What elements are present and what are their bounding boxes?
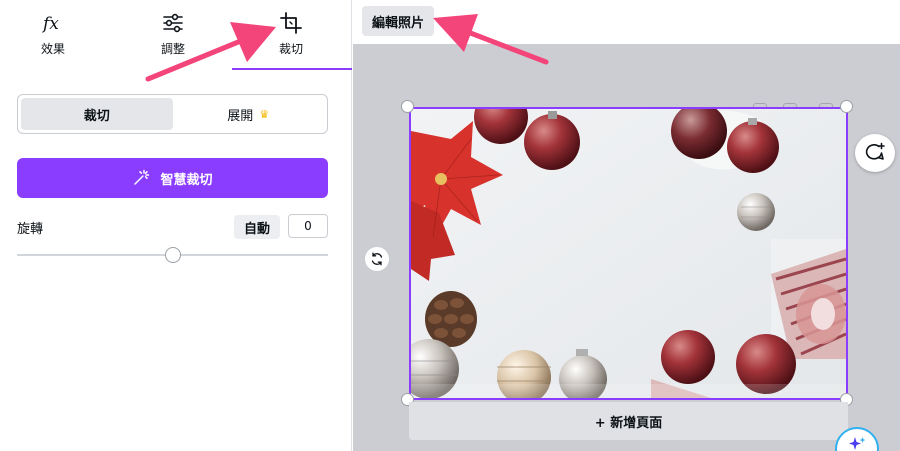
expand-mode-label: 展開 <box>227 108 254 124</box>
canvas-context-bar: 編輯照片 <box>353 0 900 44</box>
auto-rotate-button[interactable]: 自動 <box>234 215 280 239</box>
crown-icon: ♛ <box>259 107 270 121</box>
christmas-ornaments-photo <box>411 109 846 398</box>
smart-crop-button[interactable]: 智慧裁切 <box>17 158 328 198</box>
auto-rotate-label: 自動 <box>243 221 270 237</box>
expand-mode-button[interactable]: 展開 ♛ <box>173 98 325 130</box>
tab-crop-label: 裁切 <box>278 42 303 56</box>
crop-mode-toggle: 裁切 展開 ♛ <box>17 94 328 134</box>
edit-side-panel: fx 效果 調整 裁切 裁切 展開 ♛ 智慧裁切 旋轉 自動 0 <box>0 0 352 451</box>
active-tab-indicator <box>232 68 352 70</box>
add-page-label: + 新增頁面 <box>594 415 663 431</box>
rotate-slider-thumb[interactable] <box>164 247 181 263</box>
svg-text:fx: fx <box>41 14 59 34</box>
add-page-button[interactable]: + 新增頁面 <box>409 402 848 440</box>
crop-handle-top-left[interactable] <box>401 100 414 113</box>
tab-crop[interactable]: 裁切 <box>256 10 326 62</box>
magic-wand-icon <box>134 169 150 185</box>
fx-icon: fx <box>41 14 59 34</box>
crop-icon <box>280 12 302 34</box>
crop-mode-label: 裁切 <box>83 108 110 124</box>
selected-photo[interactable] <box>409 107 848 400</box>
comment-add-icon <box>865 142 885 160</box>
tab-adjust[interactable]: 調整 <box>138 10 208 62</box>
crop-mode-button[interactable]: 裁切 <box>21 98 173 130</box>
sliders-icon <box>163 13 183 33</box>
tab-adjust-label: 調整 <box>160 42 185 56</box>
rotate-value-input[interactable] <box>288 214 328 238</box>
rotate-handle[interactable] <box>364 246 390 272</box>
edit-photo-label: 編輯照片 <box>371 15 424 31</box>
crop-handle-top-right[interactable] <box>840 100 853 113</box>
edit-photo-button[interactable]: 編輯照片 <box>362 6 434 36</box>
tab-effects-label: 效果 <box>40 42 65 56</box>
add-comment-button[interactable] <box>855 134 895 172</box>
canvas-area: 編輯照片 + 新增頁面 <box>353 0 900 451</box>
rotate-label: 旋轉 <box>17 222 44 237</box>
smart-crop-label: 智慧裁切 <box>160 172 213 188</box>
rotate-icon <box>371 252 383 266</box>
sparkle-icon <box>849 437 866 450</box>
tab-effects[interactable]: fx 效果 <box>18 10 88 62</box>
